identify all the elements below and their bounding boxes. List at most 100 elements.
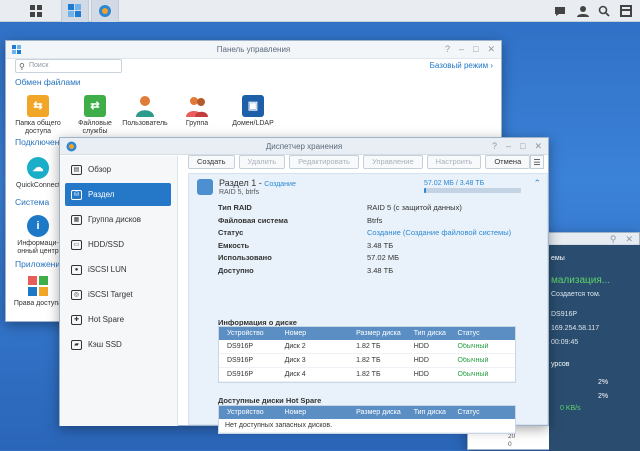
property-label: Емкость <box>218 240 250 250</box>
table-row[interactable]: DS916P Диск 2 1.82 ТБ HDD Обычный <box>219 340 515 354</box>
sidebar-item-iscsi-target[interactable]: ◎ iSCSI Target <box>65 283 171 306</box>
sidebar-item-ssd-cache[interactable]: ▰ Кэш SSD <box>65 333 171 356</box>
help-icon[interactable]: ? <box>445 44 450 55</box>
column-header: Статус <box>457 330 480 337</box>
group-item[interactable]: Группа <box>167 95 227 128</box>
hotspare-heading: Доступные диски Hot Spare <box>218 396 322 405</box>
table-row[interactable]: DS916P Диск 4 1.82 ТБ HDD Обычный <box>219 368 515 382</box>
maximize-icon[interactable]: □ <box>520 141 525 152</box>
iscsi-target-icon: ◎ <box>71 289 82 300</box>
property-value: Btrfs <box>367 215 383 225</box>
control-panel-task-button[interactable] <box>61 0 89 22</box>
group-icon <box>186 95 208 117</box>
usage-text: 57.02 МБ / 3.48 ТБ <box>424 180 485 187</box>
property-value: Создание (Создание файловой системы) <box>367 228 512 237</box>
disk-table-body: DS916P Диск 2 1.82 ТБ HDD Обычный DS916P Диск … <box>219 340 515 382</box>
close-icon[interactable]: ✕ <box>487 44 495 55</box>
volume-panel: Раздел 1 - Создание RAID 5, btrfs 57.02 … <box>188 173 548 434</box>
table-cell: DS916P <box>227 357 254 364</box>
collapse-icon[interactable]: ⌃ <box>533 178 541 189</box>
ssd-cache-icon: ▰ <box>71 339 82 350</box>
pin-icon[interactable]: ⚲ <box>610 234 617 245</box>
table-cell: Обычный <box>457 371 489 378</box>
control-panel-icon <box>12 45 21 54</box>
ram-value: 2% <box>598 393 609 400</box>
server-name: DS916P <box>551 311 578 318</box>
quickconnect-icon: ☁ <box>27 157 49 179</box>
disk-table-header: Устройство Номер Размер диска Тип диска Стат… <box>219 327 515 340</box>
list-view-icon[interactable]: ☰ <box>530 155 544 169</box>
close-icon[interactable]: ✕ <box>534 141 542 152</box>
sidebar-item-hdd[interactable]: ▭ HDD/SSD <box>65 233 171 256</box>
user-item[interactable]: Пользователь <box>115 95 175 128</box>
property-label: Доступно <box>218 265 254 275</box>
shared-folder-item[interactable]: ⇆ Папка общего доступа <box>8 95 68 136</box>
cancel-button[interactable]: Отмена <box>485 155 531 169</box>
property-value: 3.48 ТБ <box>367 240 394 250</box>
table-row[interactable]: DS916P Диск 3 1.82 ТБ HDD Обычный <box>219 354 515 368</box>
table-cell: HDD <box>413 343 429 350</box>
minimize-icon[interactable]: – <box>506 141 511 152</box>
cpu-value: 2% <box>598 379 609 386</box>
storage-manager-titlebar[interactable]: Диспетчер хранения ? – □ ✕ <box>60 138 548 155</box>
column-header: Номер <box>284 409 307 416</box>
section-file-sharing: Обмен файлами <box>15 77 81 87</box>
volume-icon <box>197 179 213 195</box>
help-icon[interactable]: ? <box>492 141 497 152</box>
column-header: Тип диска <box>413 330 446 337</box>
search-icon[interactable] <box>596 3 612 19</box>
grid-icon <box>29 4 42 17</box>
window-title: Панель управления <box>216 45 291 54</box>
create-button[interactable]: Создать <box>188 155 235 169</box>
table-cell: Диск 3 <box>284 357 306 364</box>
section-apps: Приложения <box>15 259 65 269</box>
minimize-icon[interactable]: – <box>459 44 464 55</box>
close-icon[interactable]: ✕ <box>625 234 633 245</box>
window-title: Диспетчер хранения <box>265 141 343 151</box>
control-panel-titlebar[interactable]: Панель управления ? – □ ✕ <box>6 41 501 59</box>
table-cell: Обычный <box>457 343 489 350</box>
shared-folder-icon: ⇆ <box>27 95 49 117</box>
storage-manager-task-button[interactable] <box>91 0 119 22</box>
usage-fill <box>424 188 426 193</box>
search-input[interactable]: ⚲ Поиск <box>15 59 122 73</box>
hotspare-table: Устройство Номер Размер диска Тип диска Стат… <box>218 405 516 434</box>
mode-switch-link[interactable]: Базовый режим › <box>430 61 493 70</box>
overview-icon: ▤ <box>71 164 82 175</box>
storage-manager-icon <box>99 5 111 17</box>
domain-ldap-item[interactable]: ▣ Домен/LDAP <box>223 95 283 128</box>
chat-icon[interactable] <box>552 3 568 19</box>
scale-0: 0 <box>508 441 512 448</box>
widgets-icon[interactable] <box>618 3 634 19</box>
user-icon[interactable] <box>575 3 591 19</box>
search-icon: ⚲ <box>19 62 25 71</box>
configure-button[interactable]: Настроить <box>426 155 482 169</box>
hot-spare-icon: ✚ <box>71 314 82 325</box>
domain-ldap-icon: ▣ <box>242 95 264 117</box>
table-cell: Диск 4 <box>284 371 306 378</box>
hotspare-empty-row: Нет доступных запасных дисков. <box>219 419 515 433</box>
file-services-icon: ⇄ <box>84 95 106 117</box>
manage-button[interactable]: Управление <box>362 155 423 169</box>
table-cell: DS916P <box>227 343 254 350</box>
table-cell: 1.82 ТБ <box>356 357 381 364</box>
main-menu-button[interactable] <box>22 0 50 22</box>
property-value: 57.02 МБ <box>367 253 400 262</box>
maximize-icon[interactable]: □ <box>473 44 478 55</box>
status-heading: мализация... <box>551 275 611 286</box>
property-value: 3.48 ТБ <box>367 265 394 275</box>
sidebar-item-disk-group[interactable]: ▦ Группа дисков <box>65 208 171 231</box>
user-icon <box>134 95 156 117</box>
sidebar-item-hot-spare[interactable]: ✚ Hot Spare <box>65 308 171 331</box>
privileges-icon <box>27 275 49 297</box>
table-cell: 1.82 ТБ <box>356 371 381 378</box>
sidebar-item-volume[interactable]: ⛁ Раздел <box>65 183 171 206</box>
table-cell: Диск 2 <box>284 343 306 350</box>
info-icon: i <box>27 215 49 237</box>
toolbar: Создать Удалить Редактировать Управление… <box>188 155 531 170</box>
sidebar-item-iscsi-lun[interactable]: ● iSCSI LUN <box>65 258 171 281</box>
storage-manager-icon <box>66 141 77 152</box>
edit-button[interactable]: Редактировать <box>289 155 359 169</box>
delete-button[interactable]: Удалить <box>238 155 286 169</box>
sidebar-item-overview[interactable]: ▤ Обзор <box>65 158 171 181</box>
